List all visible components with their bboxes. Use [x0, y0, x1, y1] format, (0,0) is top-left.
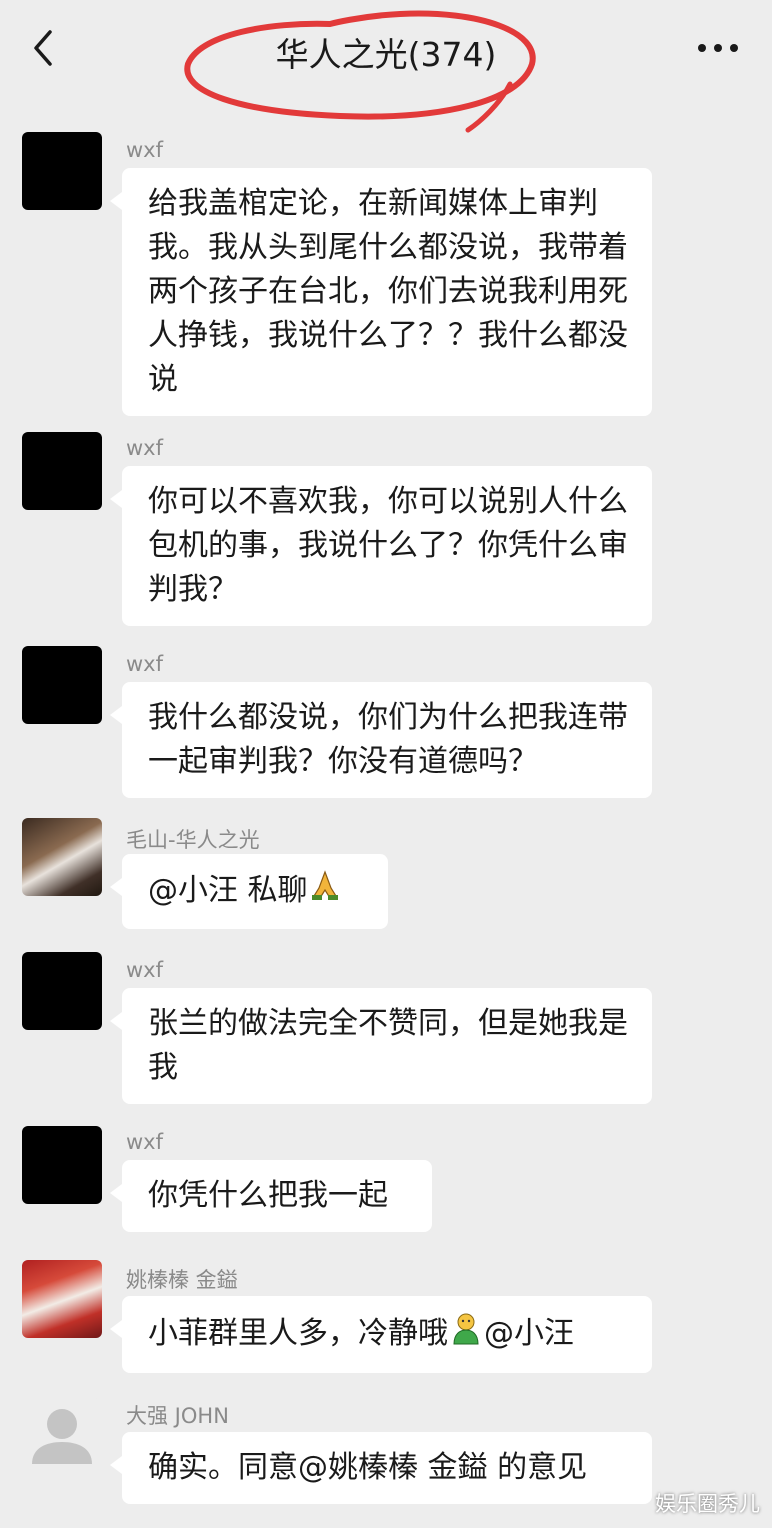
avatar[interactable]: [22, 132, 102, 210]
avatar[interactable]: [22, 818, 102, 896]
mention-text: @小汪: [484, 1316, 574, 1351]
folded-hands-icon: [308, 868, 342, 915]
message-bubble[interactable]: 张兰的做法完全不赞同，但是她我是我: [110, 988, 652, 1104]
avatar[interactable]: [22, 646, 102, 724]
message-bubble[interactable]: 确实。同意@姚榛榛 金鎰 的意见: [110, 1432, 652, 1504]
sender-name: wxf: [126, 652, 163, 676]
more-button[interactable]: [694, 26, 742, 70]
sender-name: wxf: [126, 138, 163, 162]
default-avatar-icon: [32, 1409, 92, 1464]
message-bubble[interactable]: 给我盖棺定论，在新闻媒体上审判我。我从头到尾什么都没说，我带着两个孩子在台北，你…: [110, 168, 652, 416]
message-bubble[interactable]: 你凭什么把我一起: [110, 1160, 432, 1232]
sender-name: 姚榛榛 金鎰: [126, 1268, 238, 1292]
message-text: @小汪 私聊: [148, 873, 308, 908]
sender-name: 毛山-华人之光: [126, 828, 260, 852]
more-dots-icon: [698, 44, 738, 52]
message-bubble[interactable]: 我什么都没说，你们为什么把我连带一起审判我？你没有道德吗？: [110, 682, 652, 798]
sender-name: wxf: [126, 1130, 163, 1154]
person-emoji-icon: [448, 1310, 484, 1359]
watermark: 娱乐圈秀儿: [655, 1492, 760, 1516]
sender-name: wxf: [126, 958, 163, 982]
message-bubble[interactable]: 你可以不喜欢我，你可以说别人什么包机的事，我说什么了？你凭什么审判我？: [110, 466, 652, 626]
avatar[interactable]: [22, 1398, 102, 1476]
avatar[interactable]: [22, 1126, 102, 1204]
avatar[interactable]: [22, 1260, 102, 1338]
sender-name: wxf: [126, 436, 163, 460]
sender-name: 大强 JOHN: [126, 1404, 229, 1428]
message-bubble[interactable]: @小汪 私聊: [110, 854, 388, 929]
message-text: 小菲群里人多，冷静哦: [148, 1316, 448, 1351]
red-annotation-circle: [184, 10, 536, 133]
message-bubble[interactable]: 小菲群里人多，冷静哦 @小汪: [110, 1296, 652, 1373]
avatar[interactable]: [22, 952, 102, 1030]
avatar[interactable]: [22, 432, 102, 510]
